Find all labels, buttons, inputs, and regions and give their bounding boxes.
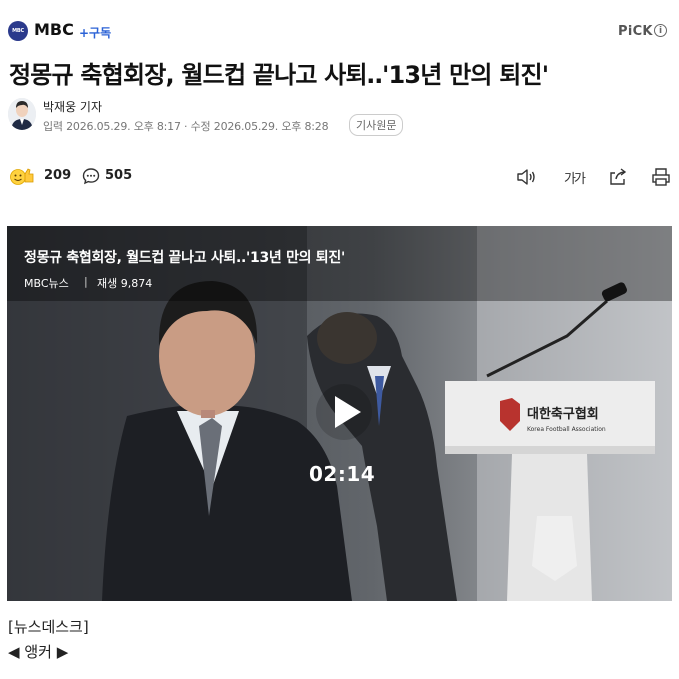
font-size-label: 가가	[564, 171, 586, 187]
video-title: 정몽규 축협회장, 월드컵 끝나고 사퇴..'13년 만의 퇴진'	[24, 250, 345, 266]
anchor-left-marker: ◀	[8, 643, 20, 661]
anchor-text: 앵커	[24, 643, 52, 661]
comment-count: 505	[105, 168, 133, 183]
reaction-emoji-icon[interactable]	[9, 166, 39, 186]
play-icon[interactable]	[315, 383, 373, 441]
video-play-count: 재생 9,874	[97, 277, 153, 290]
press-name[interactable]: MBC	[34, 20, 74, 39]
video-source: MBC뉴스	[24, 277, 69, 290]
news-section-label: [뉴스데스크]	[8, 618, 89, 636]
subscribe-button[interactable]: +구독	[79, 24, 111, 41]
audio-speaker-icon[interactable]	[515, 166, 537, 188]
anchor-label: ◀ 앵커 ▶	[8, 641, 68, 662]
print-icon[interactable]	[650, 166, 672, 188]
share-icon[interactable]	[607, 166, 629, 188]
video-duration: 02:14	[309, 462, 376, 486]
reaction-count: 209	[44, 168, 72, 183]
video-meta-separator: |	[84, 275, 88, 288]
original-article-button[interactable]: 기사원문	[349, 114, 404, 136]
article-headline: 정몽규 축협회장, 월드컵 끝나고 사퇴‥'13년 만의 퇴진'	[9, 61, 549, 89]
font-size-button[interactable]: 가가	[561, 166, 587, 188]
info-icon[interactable]: i	[654, 24, 667, 37]
pick-badge: PiCK	[618, 24, 653, 39]
reporter-avatar[interactable]	[8, 98, 36, 130]
article-dates: 입력 2026.05.29. 오후 8:17 · 수정 2026.05.29. …	[43, 120, 329, 133]
podium-sign-korean: 대한축구협회	[527, 406, 599, 422]
reporter-name[interactable]: 박재웅 기자	[43, 98, 102, 115]
press-logo[interactable]: MBC	[8, 21, 28, 41]
comment-icon[interactable]	[82, 167, 100, 185]
anchor-right-marker: ▶	[56, 643, 69, 661]
podium-sign-english: Korea Football Association	[527, 426, 606, 433]
